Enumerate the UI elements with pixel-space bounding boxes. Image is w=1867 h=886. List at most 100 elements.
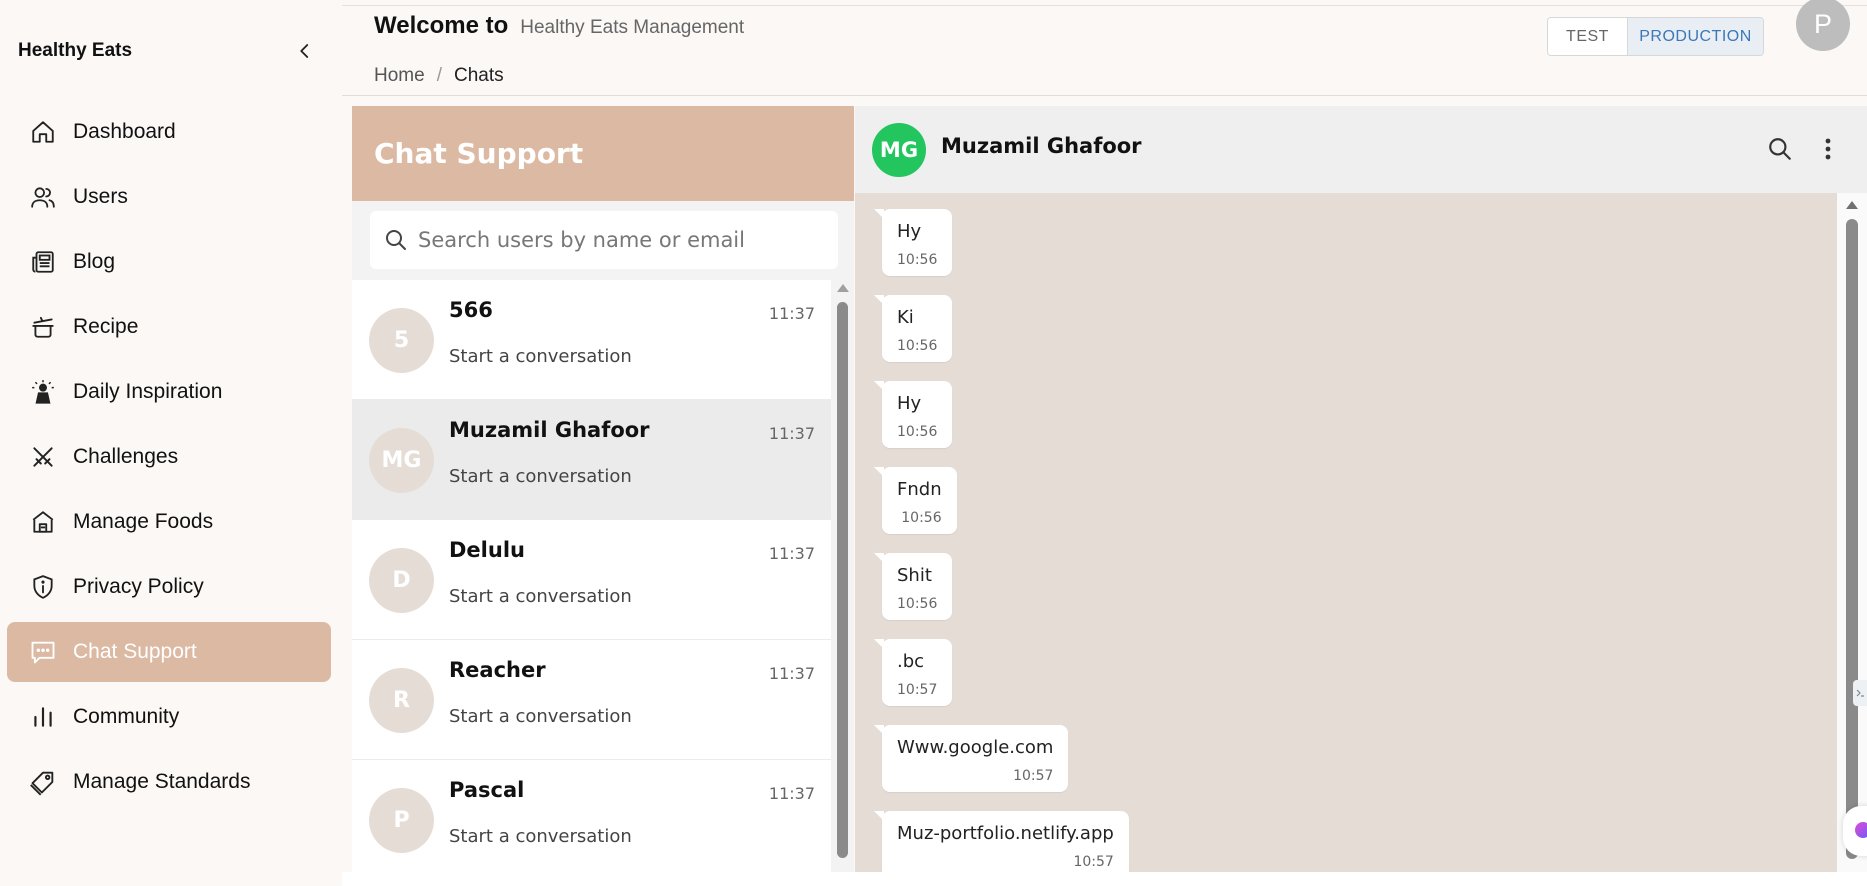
scroll-up-arrow-icon[interactable] <box>837 284 849 292</box>
sidebar-item-label: Users <box>73 185 128 208</box>
message-text: Shit <box>897 565 932 586</box>
conversation-time: 11:37 <box>768 304 815 323</box>
message-text: Muz-portfolio.netlify.app <box>897 823 1114 844</box>
sidebar-item-label: Blog <box>73 250 116 273</box>
sidebar-item-chat-support[interactable]: Chat Support <box>7 622 331 682</box>
message-bubble: .bc 10:57 <box>873 639 953 706</box>
sidebar-item-dashboard[interactable]: Dashboard <box>7 102 331 162</box>
home-icon <box>29 118 57 146</box>
welcome-title: Welcome to <box>374 12 509 39</box>
message-bubble: Hy 10:56 <box>873 209 953 276</box>
sidebar-item-daily-inspiration[interactable]: Daily Inspiration <box>7 362 331 422</box>
breadcrumb-home[interactable]: Home <box>374 65 425 87</box>
message-bubble: Fndn 10:56 <box>874 467 957 534</box>
bottom-strip <box>342 872 1867 886</box>
sidebar-item-manage-foods[interactable]: Manage Foods <box>7 492 331 552</box>
message-time: 10:56 <box>897 338 938 354</box>
message-area-scrollbar[interactable] <box>1837 193 1867 872</box>
expand-icon <box>1856 689 1864 697</box>
conversation-preview: Start a conversation <box>449 346 632 367</box>
header-divider <box>342 95 1867 96</box>
avatar: R <box>369 668 434 733</box>
sidebar-item-label: Manage Foods <box>73 510 214 533</box>
sidebar-item-privacy-policy[interactable]: Privacy Policy <box>7 557 331 617</box>
sidebar-item-label: Daily Inspiration <box>73 380 223 403</box>
scroll-up-arrow-icon[interactable] <box>1846 201 1858 209</box>
message-text: Www.google.com <box>897 737 1054 758</box>
more-options-button[interactable] <box>1818 134 1838 164</box>
person-radiance-icon <box>29 378 57 406</box>
conversation-preview: Start a conversation <box>449 586 632 607</box>
avatar: P <box>369 788 434 853</box>
chat-list-title: Chat Support <box>352 106 854 201</box>
avatar: 5 <box>369 308 434 373</box>
env-production-button[interactable]: PRODUCTION <box>1628 18 1763 55</box>
message-bubble: Shit 10:56 <box>873 553 953 620</box>
conversation-list-scrollbar[interactable] <box>835 280 849 872</box>
conversation-time: 11:37 <box>768 544 815 563</box>
search-input[interactable] <box>418 228 828 252</box>
conversation-header: MG Muzamil Ghafoor <box>855 106 1867 193</box>
bar-chart-icon <box>29 703 57 731</box>
conversation-name: Reacher <box>449 658 546 682</box>
message-time: 10:56 <box>897 424 938 440</box>
avatar: MG <box>872 123 926 177</box>
message-bubble: Ki 10:56 <box>873 295 953 362</box>
conversation-preview: Start a conversation <box>449 706 632 727</box>
search-icon <box>384 227 410 253</box>
sidebar-item-challenges[interactable]: Challenges <box>7 427 331 487</box>
message-time: 10:56 <box>897 252 938 268</box>
list-item[interactable]: P Pascal 11:37 Start a conversation <box>352 760 831 872</box>
sidebar-item-community[interactable]: Community <box>7 687 331 747</box>
conversation-name: Delulu <box>449 538 525 562</box>
list-item[interactable]: R Reacher 11:37 Start a conversation <box>352 640 831 760</box>
chat-bubble-icon <box>29 638 57 666</box>
side-panel-handle[interactable] <box>1853 680 1867 706</box>
crossed-swords-icon <box>29 443 57 471</box>
sidebar-item-blog[interactable]: Blog <box>7 232 331 292</box>
scrollbar-thumb[interactable] <box>1846 219 1858 859</box>
message-text: Hy <box>897 221 922 242</box>
breadcrumb: Home / Chats <box>374 65 504 87</box>
search-messages-button[interactable] <box>1765 134 1795 164</box>
welcome-heading: Welcome to Healthy Eats Management <box>374 12 744 40</box>
breadcrumb-separator: / <box>436 65 442 86</box>
sidebar-item-label: Chat Support <box>73 640 197 663</box>
conversation-contact-name: Muzamil Ghafoor <box>941 134 1142 158</box>
cooking-pot-icon <box>29 313 57 341</box>
welcome-subtitle: Healthy Eats Management <box>520 17 745 38</box>
brand-name: Healthy Eats <box>18 40 133 61</box>
message-text: Hy <box>897 393 922 414</box>
message-text: Ki <box>897 307 914 328</box>
sidebar-item-label: Recipe <box>73 315 139 338</box>
users-icon <box>29 183 57 211</box>
sidebar-item-label: Challenges <box>73 445 179 468</box>
message-text: Fndn <box>897 479 942 500</box>
assistant-logo-icon <box>1855 822 1867 838</box>
sidebar-item-label: Dashboard <box>73 120 176 143</box>
message-bubble: Hy 10:56 <box>873 381 953 448</box>
conversation-panel: MG Muzamil Ghafoor Hy 10:56 Ki 10:56 Hy … <box>855 106 1867 872</box>
assistant-widget-button[interactable] <box>1843 806 1867 856</box>
chevron-left-icon <box>300 44 309 58</box>
avatar[interactable]: P <box>1796 0 1850 51</box>
shield-info-icon <box>29 573 57 601</box>
conversation-preview: Start a conversation <box>449 466 632 487</box>
tag-icon <box>29 768 57 796</box>
sidebar-item-users[interactable]: Users <box>7 167 331 227</box>
message-time: 10:57 <box>1073 854 1114 870</box>
list-item[interactable]: MG Muzamil Ghafoor 11:37 Start a convers… <box>352 400 831 520</box>
list-item[interactable]: D Delulu 11:37 Start a conversation <box>352 520 831 640</box>
sidebar-item-recipe[interactable]: Recipe <box>7 297 331 357</box>
breadcrumb-current: Chats <box>453 65 504 86</box>
conversation-name: Muzamil Ghafoor <box>449 418 650 442</box>
avatar: MG <box>369 428 434 493</box>
avatar: D <box>369 548 434 613</box>
collapse-sidebar-button[interactable] <box>292 38 318 64</box>
sidebar-item-manage-standards[interactable]: Manage Standards <box>7 752 331 812</box>
more-vertical-icon <box>1825 138 1831 160</box>
list-item[interactable]: 5 566 11:37 Start a conversation <box>352 280 831 400</box>
scrollbar-thumb[interactable] <box>837 302 848 858</box>
env-test-button[interactable]: TEST <box>1548 18 1628 55</box>
newspaper-icon <box>29 248 57 276</box>
